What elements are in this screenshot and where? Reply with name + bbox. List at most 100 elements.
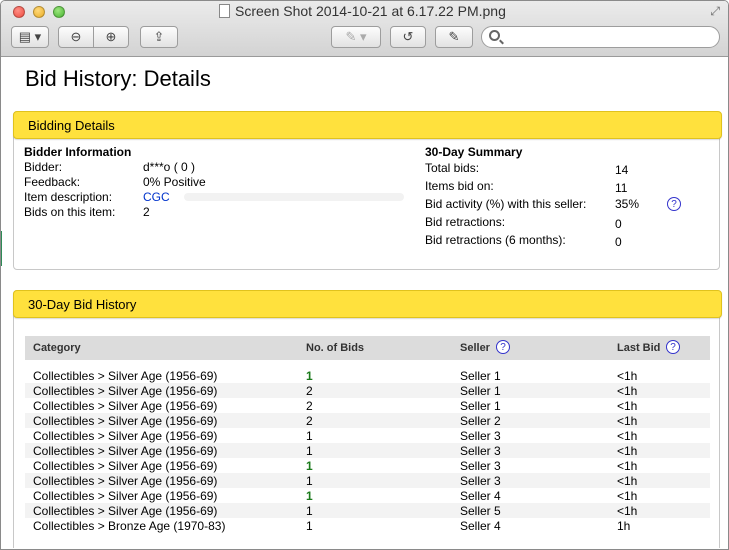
cell-category: Collectibles > Silver Age (1956-69)	[33, 459, 218, 473]
edit-button[interactable]: ✎	[435, 26, 473, 48]
table-row: Collectibles > Silver Age (1956-69) 1 Sell…	[25, 503, 710, 518]
items-bid-on-label: Items bid on:	[425, 179, 494, 193]
item-description-label: Item description:	[24, 190, 113, 204]
seller-help-icon[interactable]: ?	[496, 340, 510, 354]
annotate-button[interactable]: ✎ ▾	[331, 26, 381, 48]
share-button[interactable]: ⇪	[140, 26, 178, 48]
bid-retractions-label: Bid retractions:	[425, 215, 506, 229]
bidding-details-title: Bidding Details	[28, 118, 115, 133]
cell-seller: Seller 4	[460, 489, 501, 503]
page-title: Bid History: Details	[25, 66, 211, 91]
redacted-description	[184, 193, 404, 201]
close-window-button[interactable]	[13, 6, 25, 18]
cell-bid-count: 1	[306, 444, 313, 458]
feedback-label: Feedback:	[24, 175, 81, 189]
table-row: Collectibles > Silver Age (1956-69) 2 Sell…	[25, 383, 710, 398]
table-row: Collectibles > Silver Age (1956-69) 1 Sell…	[25, 473, 710, 488]
items-bid-on-value: 11	[615, 181, 628, 195]
help-icon[interactable]: ?	[667, 197, 681, 211]
cell-seller: Seller 3	[460, 429, 501, 443]
cell-last-bid: <1h	[617, 399, 638, 413]
bidder-info-title: Bidder Information	[24, 145, 132, 159]
cell-last-bid: <1h	[617, 459, 638, 473]
bid-activity-label: Bid activity (%) with this seller:	[425, 197, 587, 211]
cell-last-bid: <1h	[617, 489, 638, 503]
last-bid-help-icon[interactable]: ?	[666, 340, 680, 354]
page-content: Bid History: Details Bidding Details Bid…	[2, 58, 728, 549]
zoom-out-icon: ⊖	[70, 29, 82, 44]
rotate-button[interactable]: ↺	[390, 26, 426, 48]
pen-icon: ✎ ▾	[345, 29, 367, 44]
cell-bid-count: 1	[306, 474, 313, 488]
cell-category: Collectibles > Silver Age (1956-69)	[33, 474, 218, 488]
edit-icon: ✎	[448, 29, 460, 44]
title-bar: Screen Shot 2014-10-21 at 6.17.22 PM.png…	[1, 1, 728, 57]
cell-seller: Seller 3	[460, 474, 501, 488]
cell-last-bid: <1h	[617, 369, 638, 383]
bid-history-header: 30-Day Bid History	[13, 290, 722, 318]
zoom-window-button[interactable]	[53, 6, 65, 18]
item-description-link[interactable]: CGC	[143, 190, 170, 204]
cell-last-bid: <1h	[617, 474, 638, 488]
cell-bid-count: 1	[306, 429, 313, 443]
search-icon	[489, 30, 500, 41]
table-row: Collectibles > Bronze Age (1970-83) 1 Sell…	[25, 518, 710, 533]
column-header-bids[interactable]: No. of Bids	[306, 342, 364, 354]
bids-on-item-value: 2	[143, 205, 150, 219]
table-row: Collectibles > Silver Age (1956-69) 1 Sell…	[25, 368, 710, 383]
cell-last-bid: <1h	[617, 414, 638, 428]
cell-seller: Seller 1	[460, 369, 501, 383]
cell-category: Collectibles > Bronze Age (1970-83)	[33, 519, 226, 533]
table-row: Collectibles > Silver Age (1956-69) 1 Sell…	[25, 428, 710, 443]
column-header-last-bid[interactable]: Last Bid	[617, 342, 660, 354]
cell-bid-count: 2	[306, 384, 313, 398]
table-header: Category No. of Bids Seller ? Last Bid ?	[25, 336, 710, 360]
cell-last-bid: <1h	[617, 429, 638, 443]
zoom-in-icon: ⊕	[105, 29, 117, 44]
table-row: Collectibles > Silver Age (1956-69) 2 Sell…	[25, 413, 710, 428]
cell-seller: Seller 1	[460, 399, 501, 413]
column-header-category[interactable]: Category	[33, 342, 81, 354]
cell-category: Collectibles > Silver Age (1956-69)	[33, 504, 218, 518]
cell-seller: Seller 3	[460, 459, 501, 473]
search-field[interactable]	[481, 26, 720, 48]
fullscreen-icon[interactable]: ⤢	[710, 4, 720, 19]
cell-seller: Seller 4	[460, 519, 501, 533]
table-row: Collectibles > Silver Age (1956-69) 2 Sell…	[25, 398, 710, 413]
cell-seller: Seller 1	[460, 384, 501, 398]
search-input[interactable]	[508, 29, 708, 45]
cell-bid-count: 2	[306, 414, 313, 428]
bid-retractions-value: 0	[615, 217, 622, 231]
bidding-details-panel: Bidding Details Bidder Information Bidde…	[13, 111, 722, 270]
cell-category: Collectibles > Silver Age (1956-69)	[33, 444, 218, 458]
cell-bid-count: 1	[306, 519, 313, 533]
summary-title: 30-Day Summary	[425, 145, 523, 159]
cell-bid-count: 1	[306, 489, 313, 503]
cell-last-bid: <1h	[617, 444, 638, 458]
bid-history-panel: 30-Day Bid History Category No. of Bids …	[13, 290, 722, 548]
bidder-label: Bidder:	[24, 160, 63, 174]
cell-last-bid: 1h	[617, 519, 631, 533]
column-header-seller[interactable]: Seller	[460, 342, 490, 354]
cell-category: Collectibles > Silver Age (1956-69)	[33, 429, 218, 443]
total-bids-label: Total bids:	[425, 161, 480, 175]
cell-last-bid: <1h	[617, 504, 638, 518]
sidebar-view-button[interactable]: ▤ ▾	[11, 26, 49, 48]
cell-seller: Seller 2	[460, 414, 501, 428]
preview-window: Screen Shot 2014-10-21 at 6.17.22 PM.png…	[0, 0, 729, 550]
rotate-icon: ↺	[402, 29, 414, 44]
total-bids-value: 14	[615, 163, 629, 177]
table-row: Collectibles > Silver Age (1956-69) 1 Sell…	[25, 458, 710, 473]
zoom-in-button[interactable]: ⊕	[93, 26, 129, 48]
bidder-value: d***o ( 0 )	[143, 160, 196, 174]
feedback-value: 0% Positive	[143, 175, 206, 189]
cell-bid-count: 2	[306, 399, 313, 413]
share-icon: ⇪	[153, 29, 165, 44]
bid-history-title: 30-Day Bid History	[28, 297, 137, 312]
zoom-out-button[interactable]: ⊖	[58, 26, 94, 48]
document-icon	[219, 4, 230, 18]
bid-retractions-6mo-label: Bid retractions (6 months):	[425, 233, 566, 247]
cell-seller: Seller 3	[460, 444, 501, 458]
minimize-window-button[interactable]	[33, 6, 45, 18]
window-title: Screen Shot 2014-10-21 at 6.17.22 PM.png	[235, 3, 506, 19]
